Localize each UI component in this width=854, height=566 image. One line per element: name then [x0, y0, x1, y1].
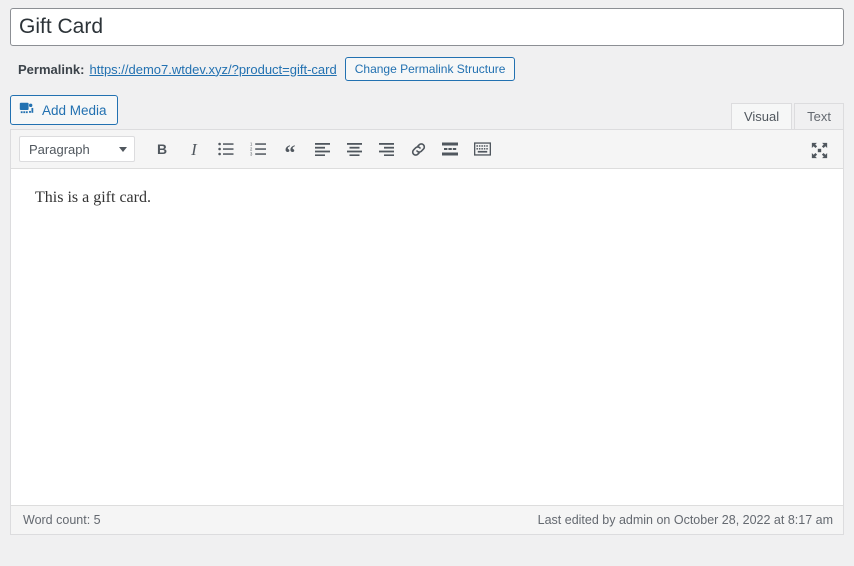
distraction-free-button[interactable]: [806, 137, 832, 163]
align-center-icon: [346, 143, 362, 156]
insert-link-button[interactable]: [405, 136, 431, 162]
media-buttons-bar: Add Media Visual Text: [10, 95, 844, 129]
align-right-icon: [378, 143, 394, 156]
tab-text[interactable]: Text: [794, 103, 844, 129]
last-edited-label: Last edited by admin on October 28, 2022…: [537, 513, 833, 527]
blockquote-button[interactable]: “: [277, 136, 303, 166]
change-permalink-structure-button[interactable]: Change Permalink Structure: [344, 57, 516, 81]
editor-toolbar: Paragraph B I 1 2 3 “: [11, 130, 843, 169]
read-more-button[interactable]: [437, 136, 463, 162]
editor-status-bar: Word count: 5 Last edited by admin on Oc…: [11, 505, 843, 534]
editor-container: Paragraph B I 1 2 3 “ This is a gift car…: [10, 129, 844, 535]
svg-text:3: 3: [250, 152, 253, 156]
bold-icon: B: [156, 141, 168, 157]
content-paragraph: This is a gift card.: [35, 189, 151, 206]
keyboard-shortcuts-button[interactable]: [469, 136, 495, 162]
keyboard-icon: [473, 142, 491, 156]
bullet-list-button[interactable]: [213, 136, 239, 162]
editor-mode-tabs: Visual Text: [729, 103, 844, 129]
add-media-button[interactable]: Add Media: [10, 95, 118, 125]
paragraph-format-select[interactable]: Paragraph: [19, 136, 135, 162]
align-left-button[interactable]: [309, 136, 335, 162]
word-count-label: Word count: 5: [23, 513, 101, 527]
chevron-down-icon: [119, 146, 127, 152]
fullscreen-expand-icon: [811, 142, 827, 158]
editor-content-area[interactable]: This is a gift card.: [11, 169, 843, 505]
italic-button[interactable]: I: [181, 136, 207, 162]
align-center-button[interactable]: [341, 136, 367, 162]
paragraph-format-value: Paragraph: [29, 141, 90, 157]
permalink-url-link[interactable]: https://demo7.wtdev.xyz/?product=gift-ca…: [89, 62, 336, 77]
bullet-list-icon: [218, 142, 234, 156]
post-editor-page: Permalink: https://demo7.wtdev.xyz/?prod…: [0, 0, 854, 566]
bold-button[interactable]: B: [149, 136, 175, 162]
tab-visual[interactable]: Visual: [730, 103, 793, 129]
permalink-row: Permalink: https://demo7.wtdev.xyz/?prod…: [10, 57, 844, 81]
permalink-label: Permalink:: [18, 61, 85, 77]
numbered-list-button[interactable]: 1 2 3: [245, 136, 271, 162]
post-title-input[interactable]: [10, 8, 844, 46]
media-icon: [19, 102, 35, 118]
numbered-list-icon: 1 2 3: [250, 142, 266, 156]
align-left-icon: [314, 143, 330, 156]
quote-icon: “: [284, 140, 296, 166]
link-icon: [411, 142, 425, 156]
read-more-icon: [442, 142, 458, 156]
title-field-wrapper: [10, 8, 844, 46]
add-media-label: Add Media: [42, 102, 107, 118]
align-right-button[interactable]: [373, 136, 399, 162]
italic-icon: I: [191, 139, 197, 159]
